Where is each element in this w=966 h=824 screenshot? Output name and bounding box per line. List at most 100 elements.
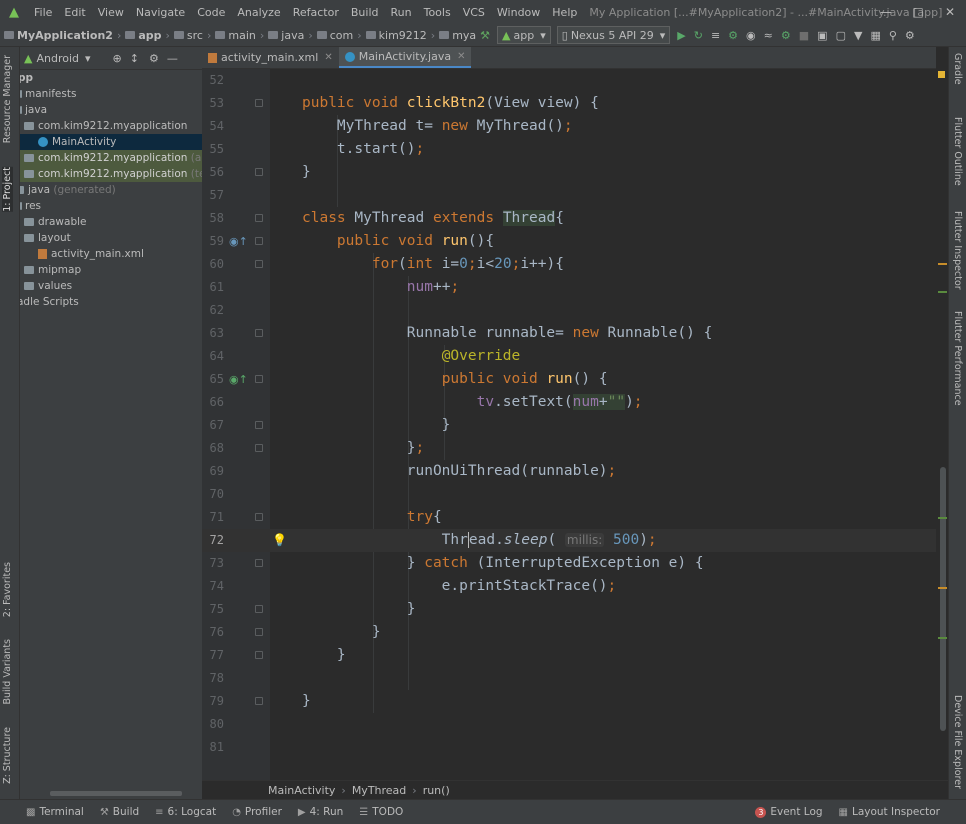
structure-tab[interactable]: Z: Structure xyxy=(2,727,13,784)
menu-view[interactable]: View xyxy=(92,6,130,19)
gear-icon[interactable]: ⚙ xyxy=(149,52,159,65)
tree-item-drawable[interactable]: drawable xyxy=(20,214,202,230)
code-line: 65 ◉↑ public void run() { xyxy=(209,371,608,387)
tree-item-res[interactable]: res xyxy=(20,198,202,214)
profiler-tab[interactable]: ◔ Profiler xyxy=(224,806,290,818)
flutter-inspector-tab[interactable]: Flutter Inspector xyxy=(952,211,963,290)
folder-icon xyxy=(365,31,376,39)
menu-window[interactable]: Window xyxy=(491,6,546,19)
menu-code[interactable]: Code xyxy=(191,6,231,19)
maximize-icon[interactable]: □ xyxy=(902,0,934,24)
hide-panel-icon[interactable]: — xyxy=(167,52,178,65)
override-method-icon[interactable]: ◉↑ xyxy=(229,235,248,248)
tree-item-gradle-scripts[interactable]: adle Scripts xyxy=(20,294,199,310)
apply-code-changes-icon[interactable]: ≡ xyxy=(707,29,724,42)
tree-item-manifests[interactable]: manifests xyxy=(20,86,202,102)
run-icon[interactable]: ▶ xyxy=(673,29,689,42)
sdk-manager-icon[interactable]: ▼ xyxy=(850,29,866,42)
chevron-down-icon[interactable]: ▾ xyxy=(85,52,91,65)
debug-icon[interactable]: ⚙ xyxy=(724,29,742,42)
favorites-tab[interactable]: 2: Favorites xyxy=(2,562,13,617)
tab-activity-main-xml[interactable]: activity_main.xml ✕ xyxy=(202,47,339,68)
crumb-src[interactable]: src › xyxy=(170,29,211,42)
menu-run[interactable]: Run xyxy=(385,6,418,19)
device-file-explorer-tab[interactable]: Device File Explorer xyxy=(952,695,963,789)
settings-icon[interactable]: ⚙ xyxy=(901,29,919,42)
panel-scrollbar[interactable] xyxy=(50,791,182,796)
project-tab[interactable]: 1: Project xyxy=(2,167,13,212)
resource-manager-tab[interactable]: Resource Manager xyxy=(2,55,13,143)
crumb-main[interactable]: main › xyxy=(211,29,264,42)
menu-vcs[interactable]: VCS xyxy=(457,6,491,19)
apply-changes-icon[interactable]: ↻ xyxy=(690,29,707,42)
crumb-com[interactable]: com › xyxy=(313,29,362,42)
tree-item-package[interactable]: com.kim9212.myapplication xyxy=(20,118,202,134)
build-variants-tab[interactable]: Build Variants xyxy=(2,639,13,705)
run-config-select[interactable]: ▲ app ▾ xyxy=(497,26,551,44)
tab-mainactivity-java[interactable]: MainActivity.java ✕ xyxy=(338,47,472,68)
tree-item-java[interactable]: java xyxy=(20,102,202,118)
crumb-project[interactable]: MyApplication2 › xyxy=(0,29,121,42)
event-log-tab[interactable]: 3 Event Log xyxy=(747,806,830,818)
code-editor[interactable]: 52 53 public void clickBtn2(View view) { … xyxy=(202,69,936,780)
profile-icon[interactable]: ≈ xyxy=(760,29,777,42)
device-select[interactable]: ▯ Nexus 5 API 29 ▾ xyxy=(556,26,671,44)
breadcrumb-mythread[interactable]: MyThread xyxy=(352,784,406,797)
build-tab[interactable]: ⚒ Build xyxy=(92,806,147,818)
implement-method-icon[interactable]: ◉↑ xyxy=(229,373,248,386)
layout-inspector-tab[interactable]: ▦ Layout Inspector xyxy=(831,806,948,818)
search-icon[interactable]: ⚲ xyxy=(885,29,901,42)
avd-manager-icon[interactable]: ▢ xyxy=(832,29,850,42)
menu-refactor[interactable]: Refactor xyxy=(287,6,345,19)
close-tab-icon[interactable]: ✕ xyxy=(457,51,465,62)
lightbulb-icon[interactable]: 💡 xyxy=(272,533,287,547)
stop-icon[interactable]: ■ xyxy=(795,29,813,42)
sync-gradle-icon[interactable]: ▣ xyxy=(813,29,831,42)
menu-tools[interactable]: Tools xyxy=(418,6,457,19)
editor-scrollbar[interactable] xyxy=(936,69,948,780)
tree-item-java-generated[interactable]: java (generated) xyxy=(20,182,196,198)
project-view-select[interactable]: Android xyxy=(36,52,79,65)
menu-analyze[interactable]: Analyze xyxy=(231,6,286,19)
warning-icon[interactable] xyxy=(938,71,945,78)
crumb-kim9212[interactable]: kim9212 › xyxy=(362,29,435,42)
tree-item-mainactivity[interactable]: MainActivity xyxy=(20,134,202,150)
flutter-outline-tab[interactable]: Flutter Outline xyxy=(952,117,963,186)
terminal-tab[interactable]: ▩ Terminal xyxy=(18,806,92,818)
menu-build[interactable]: Build xyxy=(345,6,385,19)
hammer-build-icon[interactable]: ⚒ xyxy=(476,29,494,42)
menu-help[interactable]: Help xyxy=(546,6,583,19)
locate-icon[interactable]: ⊕ xyxy=(113,52,122,65)
gradle-tab[interactable]: Gradle xyxy=(952,53,963,85)
breadcrumb-mainactivity[interactable]: MainActivity xyxy=(268,784,335,797)
close-tab-icon[interactable]: ✕ xyxy=(324,52,332,63)
xml-file-icon xyxy=(38,249,47,259)
crumb-java[interactable]: java › xyxy=(264,29,313,42)
scroll-thumb[interactable] xyxy=(940,467,946,731)
crumb-app[interactable]: app › xyxy=(121,29,170,42)
breadcrumb-run[interactable]: run() xyxy=(423,784,450,797)
menu-navigate[interactable]: Navigate xyxy=(130,6,191,19)
crumb-mya[interactable]: mya xyxy=(435,29,476,42)
tree-item-mipmap[interactable]: mipmap xyxy=(20,262,202,278)
todo-tab[interactable]: ☰ TODO xyxy=(351,806,411,818)
collapse-all-icon[interactable]: ↕ xyxy=(130,52,139,65)
tree-item-layout[interactable]: layout xyxy=(20,230,202,246)
tree-item-package-test[interactable]: com.kim9212.myapplication (test) xyxy=(20,166,202,182)
flutter-performance-tab[interactable]: Flutter Performance xyxy=(952,311,963,406)
tree-item-activity-main-xml[interactable]: activity_main.xml xyxy=(20,246,202,262)
run-tab[interactable]: ▶ 4: Run xyxy=(290,806,351,818)
menu-edit[interactable]: Edit xyxy=(58,6,91,19)
layout-inspector-icon[interactable]: ▦ xyxy=(866,29,884,42)
tree-item-package-androidtest[interactable]: com.kim9212.myapplication (android xyxy=(20,150,202,166)
close-window-icon[interactable]: ✕ xyxy=(934,0,966,24)
coverage-icon[interactable]: ◉ xyxy=(742,29,760,42)
todo-icon: ☰ xyxy=(359,806,369,818)
logcat-tab[interactable]: ≡ 6: Logcat xyxy=(147,806,224,818)
code-line: 67 } xyxy=(209,417,451,433)
tree-item-app[interactable]: pp xyxy=(20,70,200,86)
menu-file[interactable]: File xyxy=(28,6,58,19)
attach-debugger-icon[interactable]: ⚙ xyxy=(777,29,795,42)
minimize-icon[interactable]: — xyxy=(870,0,902,24)
tree-item-values[interactable]: values xyxy=(20,278,202,294)
